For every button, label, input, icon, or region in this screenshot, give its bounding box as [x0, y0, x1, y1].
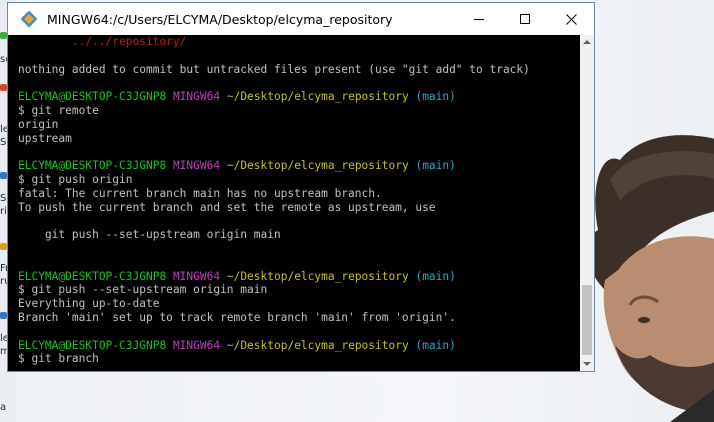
desktop-icon-marker[interactable] — [0, 84, 7, 91]
minimize-icon — [474, 19, 484, 20]
prompt-dir: ~/Desktop/elcyma_repository — [226, 159, 409, 173]
terminal-line: ../../repository/ — [18, 35, 187, 48]
desktop-icon-label[interactable]: ri — [0, 206, 7, 217]
scroll-up-arrow-icon[interactable] — [580, 35, 594, 49]
scroll-down-arrow-icon[interactable] — [580, 357, 594, 371]
prompt-dir: ~/Desktop/elcyma_repository — [226, 269, 409, 283]
command-line: $ git push origin — [18, 172, 133, 186]
prompt-env: MINGW64 — [172, 159, 221, 173]
terminal-line: origin — [18, 117, 59, 131]
terminal-line: nothing added to commit but untracked fi… — [18, 62, 530, 76]
command-line: $ git remote — [18, 103, 99, 117]
prompt-branch: (main) — [415, 159, 456, 173]
desktop-icon-label[interactable]: S — [0, 137, 6, 148]
prompt-env: MINGW64 — [172, 269, 221, 283]
prompt-line: ELCYMA@DESKTOP-C3JGNP8 MINGW64 ~/Desktop… — [18, 159, 580, 173]
prompt-line: ELCYMA@DESKTOP-C3JGNP8 MINGW64 ~/Desktop… — [18, 270, 580, 284]
terminal-line: upstream — [18, 131, 72, 145]
prompt-dir: ~/Desktop/elcyma_repository — [226, 90, 409, 104]
prompt-user: ELCYMA@DESKTOP-C3JGNP8 — [18, 269, 167, 283]
git-bash-window[interactable]: MINGW64:/c/Users/ELCYMA/Desktop/elcyma_r… — [7, 2, 595, 372]
desktop-icon-marker[interactable] — [0, 32, 7, 39]
desktop-icon-marker[interactable] — [0, 243, 7, 250]
prompt-branch: (main) — [415, 90, 456, 104]
git-bash-icon — [20, 10, 38, 28]
terminal-line: fatal: The current branch main has no up… — [18, 186, 382, 200]
desktop-icon-marker[interactable] — [0, 312, 7, 319]
prompt-dir: ~/Desktop/elcyma_repository — [226, 338, 409, 352]
prompt-user: ELCYMA@DESKTOP-C3JGNP8 — [18, 90, 167, 104]
desktop-icon-label[interactable]: a — [0, 402, 6, 413]
prompt-user: ELCYMA@DESKTOP-C3JGNP8 — [18, 338, 167, 352]
prompt-env: MINGW64 — [172, 338, 221, 352]
terminal-line: To push the current branch and set the r… — [18, 200, 436, 214]
terminal-line: Branch 'main' set up to track remote bra… — [18, 310, 456, 324]
terminal-output[interactable]: ../../repository/ nothing added to commi… — [8, 35, 580, 371]
prompt-env: MINGW64 — [172, 90, 221, 104]
prompt-branch: (main) — [415, 269, 456, 283]
window-title: MINGW64:/c/Users/ELCYMA/Desktop/elcyma_r… — [47, 11, 393, 27]
close-button[interactable] — [548, 3, 594, 35]
scrollbar-thumb[interactable] — [582, 285, 592, 355]
maximize-icon — [520, 14, 530, 24]
prompt-line: ELCYMA@DESKTOP-C3JGNP8 MINGW64 ~/Desktop… — [18, 339, 580, 353]
prompt-branch: (main) — [415, 338, 456, 352]
close-icon — [565, 13, 577, 25]
prompt-user: ELCYMA@DESKTOP-C3JGNP8 — [18, 159, 167, 173]
window-titlebar[interactable]: MINGW64:/c/Users/ELCYMA/Desktop/elcyma_r… — [8, 3, 594, 35]
terminal-line: git push --set-upstream origin main — [18, 228, 281, 242]
desktop-icon-marker[interactable] — [0, 172, 7, 179]
prompt-line: ELCYMA@DESKTOP-C3JGNP8 MINGW64 ~/Desktop… — [18, 90, 580, 104]
command-line: $ git branch — [18, 352, 99, 366]
maximize-button[interactable] — [502, 3, 548, 35]
vertical-scrollbar[interactable] — [580, 35, 594, 371]
terminal-line: Everything up-to-date — [18, 297, 160, 311]
minimize-button[interactable] — [456, 3, 502, 35]
command-line: $ git push --set-upstream origin main — [18, 283, 268, 297]
